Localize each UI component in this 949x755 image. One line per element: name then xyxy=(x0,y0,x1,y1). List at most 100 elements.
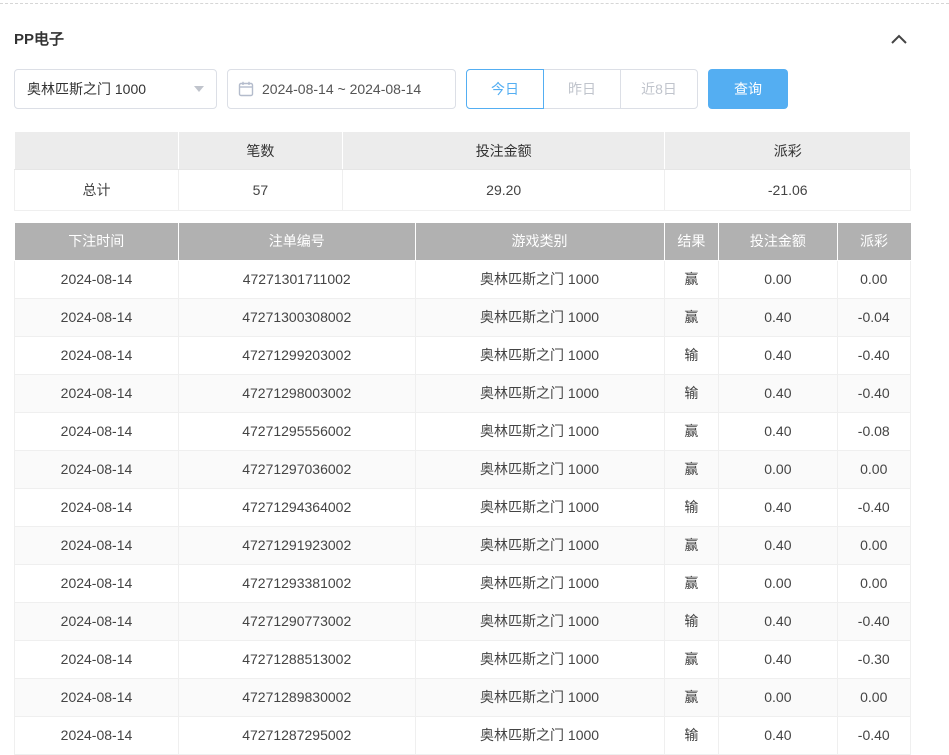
bet-id-cell: 47271300308002 xyxy=(178,298,415,336)
bet-id-cell: 47271293381002 xyxy=(178,564,415,602)
bet-id-cell: 47271289830002 xyxy=(178,678,415,716)
table-row: 2024-08-1447271295556002奥林匹斯之门 1000赢0.40… xyxy=(15,412,911,450)
result-cell: 输 xyxy=(664,488,719,526)
game-type-cell: 奥林匹斯之门 1000 xyxy=(415,412,664,450)
bet-id-cell: 47271287295002 xyxy=(178,716,415,754)
bet-time-cell: 2024-08-14 xyxy=(15,564,179,602)
bet-amount-cell: 0.40 xyxy=(719,336,837,374)
result-cell: 赢 xyxy=(664,640,719,678)
bet-time-cell: 2024-08-14 xyxy=(15,602,179,640)
bet-id-cell: 47271290773002 xyxy=(178,602,415,640)
bet-amount-cell: 0.40 xyxy=(719,526,837,564)
table-row: 2024-08-1447271293381002奥林匹斯之门 1000赢0.00… xyxy=(15,564,911,602)
bet-time-cell: 2024-08-14 xyxy=(15,412,179,450)
summary-cell: 总计 xyxy=(15,170,179,211)
game-type-cell: 奥林匹斯之门 1000 xyxy=(415,716,664,754)
bet-id-cell: 47271297036002 xyxy=(178,450,415,488)
quick-range-button-1[interactable]: 昨日 xyxy=(543,69,621,109)
table-row: 2024-08-1447271288513002奥林匹斯之门 1000赢0.40… xyxy=(15,640,911,678)
result-cell: 赢 xyxy=(664,412,719,450)
bet-id-cell: 47271294364002 xyxy=(178,488,415,526)
bet-time-cell: 2024-08-14 xyxy=(15,640,179,678)
bet-amount-cell: 0.00 xyxy=(719,260,837,298)
payout-cell: 0.00 xyxy=(837,526,911,564)
game-type-cell: 奥林匹斯之门 1000 xyxy=(415,374,664,412)
summary-cell: 57 xyxy=(178,170,342,211)
payout-cell: 0.00 xyxy=(837,678,911,716)
bet-time-cell: 2024-08-14 xyxy=(15,716,179,754)
payout-cell: -0.04 xyxy=(837,298,911,336)
quick-range-button-2[interactable]: 近8日 xyxy=(620,69,698,109)
bet-header-bet-amount-cell: 投注金额 xyxy=(719,223,837,260)
bet-time-cell: 2024-08-14 xyxy=(15,526,179,564)
bet-id-cell: 47271288513002 xyxy=(178,640,415,678)
game-type-cell: 奥林匹斯之门 1000 xyxy=(415,602,664,640)
bet-header-row: 下注时间注单编号游戏类别结果投注金额派彩 xyxy=(15,223,911,260)
quick-range-button-0[interactable]: 今日 xyxy=(466,69,544,109)
table-row: 2024-08-1447271294364002奥林匹斯之门 1000输0.40… xyxy=(15,488,911,526)
table-row: 2024-08-1447271291923002奥林匹斯之门 1000赢0.40… xyxy=(15,526,911,564)
payout-cell: -0.40 xyxy=(837,336,911,374)
game-type-cell: 奥林匹斯之门 1000 xyxy=(415,640,664,678)
date-range-picker[interactable]: 2024-08-14 ~ 2024-08-14 xyxy=(227,69,456,109)
payout-cell: -0.40 xyxy=(837,602,911,640)
bet-time-cell: 2024-08-14 xyxy=(15,678,179,716)
game-type-cell: 奥林匹斯之门 1000 xyxy=(415,526,664,564)
payout-cell: -0.30 xyxy=(837,640,911,678)
result-cell: 输 xyxy=(664,336,719,374)
result-cell: 赢 xyxy=(664,260,719,298)
bet-id-cell: 47271295556002 xyxy=(178,412,415,450)
bet-header-bet-id-cell: 注单编号 xyxy=(178,223,415,260)
bet-header-bet-time-cell: 下注时间 xyxy=(15,223,179,260)
result-cell: 赢 xyxy=(664,678,719,716)
payout-cell: -0.40 xyxy=(837,374,911,412)
collapse-chevron-up-icon[interactable] xyxy=(887,30,911,48)
payout-cell: -0.08 xyxy=(837,412,911,450)
chevron-down-icon xyxy=(194,86,204,92)
bet-table: 下注时间注单编号游戏类别结果投注金额派彩 2024-08-14 472713017… xyxy=(14,223,911,755)
table-row: 2024-08-1447271289830002奥林匹斯之门 1000赢 0.00… xyxy=(15,678,911,716)
bet-header-payout-cell: 派彩 xyxy=(837,223,911,260)
bet-amount-cell: 0.40 xyxy=(719,298,837,336)
table-row: 2024-08-1447271299203002奥林匹斯之门 1000输0.40… xyxy=(15,336,911,374)
table-row: 2024-08-1447271287295002奥林匹斯之门 1000输0.40… xyxy=(15,716,911,754)
bet-time-cell: 2024-08-14 xyxy=(15,336,179,374)
quick-range-group: 今日昨日近8日 xyxy=(466,69,698,109)
result-cell: 输 xyxy=(664,374,719,412)
summary-table: 笔数投注金额派彩 总计5729.20-21.06 xyxy=(14,131,911,211)
result-cell: 输 xyxy=(664,716,719,754)
result-cell: 赢 xyxy=(664,298,719,336)
summary-header-cell xyxy=(15,132,179,170)
query-button[interactable]: 查询 xyxy=(708,69,788,109)
game-type-cell: 奥林匹斯之门 1000 xyxy=(415,336,664,374)
table-row: 2024-08-1447271297036002奥林匹斯之门 1000赢0.00… xyxy=(15,450,911,488)
bet-amount-cell: 0.40 xyxy=(719,374,837,412)
result-cell: 赢 xyxy=(664,450,719,488)
result-cell: 赢 xyxy=(664,526,719,564)
bet-amount-cell: 0.40 xyxy=(719,488,837,526)
summary-header-cell: 投注金额 xyxy=(342,132,665,170)
payout-cell: 0.00 xyxy=(837,564,911,602)
section-header: PP电子 xyxy=(14,4,911,69)
date-range-value: 2024-08-14 ~ 2024-08-14 xyxy=(262,81,421,97)
calendar-icon xyxy=(238,81,254,97)
bet-id-cell: 47271301711002 xyxy=(178,260,415,298)
table-row: 2024-08-1447271298003002奥林匹斯之门 1000输0.40… xyxy=(15,374,911,412)
bet-time-cell: 2024-08-14 xyxy=(15,450,179,488)
game-type-cell: 奥林匹斯之门 1000 xyxy=(415,678,664,716)
game-select-value: 奥林匹斯之门 1000 xyxy=(27,79,146,99)
result-cell: 赢 xyxy=(664,564,719,602)
filter-bar: 奥林匹斯之门 1000 2024-08-14 ~ 2024-08-14 今日昨日… xyxy=(14,69,911,109)
bet-time-cell: 2024-08-14 xyxy=(15,488,179,526)
game-type-cell: 奥林匹斯之门 1000 xyxy=(415,488,664,526)
section-title: PP电子 xyxy=(14,28,64,49)
bet-id-cell: 47271299203002 xyxy=(178,336,415,374)
game-type-cell: 奥林匹斯之门 1000 xyxy=(415,450,664,488)
bet-id-cell: 47271291923002 xyxy=(178,526,415,564)
bet-amount-cell: 0.00 xyxy=(719,564,837,602)
game-select[interactable]: 奥林匹斯之门 1000 xyxy=(14,69,217,109)
summary-header-row: 笔数投注金额派彩 xyxy=(15,132,911,170)
summary-header-cell: 派彩 xyxy=(665,132,911,170)
game-type-cell: 奥林匹斯之门 1000 xyxy=(415,564,664,602)
bet-header-result-cell: 结果 xyxy=(664,223,719,260)
